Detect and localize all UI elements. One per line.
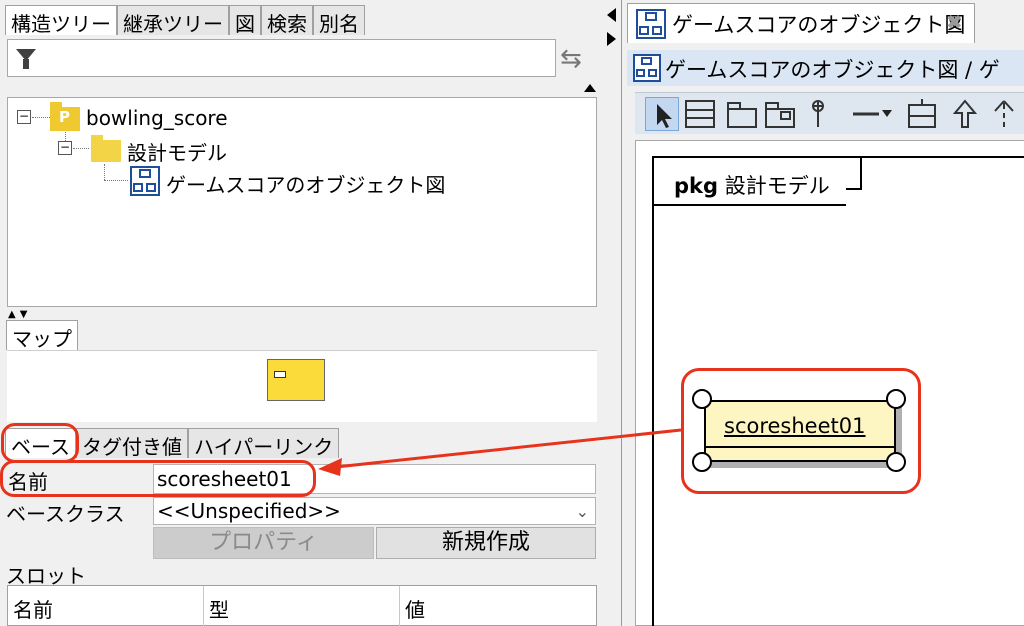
annotation-arrow — [318, 428, 682, 476]
app-window: 構造ツリー 継承ツリー 図 検索 別名 ⇆ − P bowling_score … — [0, 0, 1024, 626]
